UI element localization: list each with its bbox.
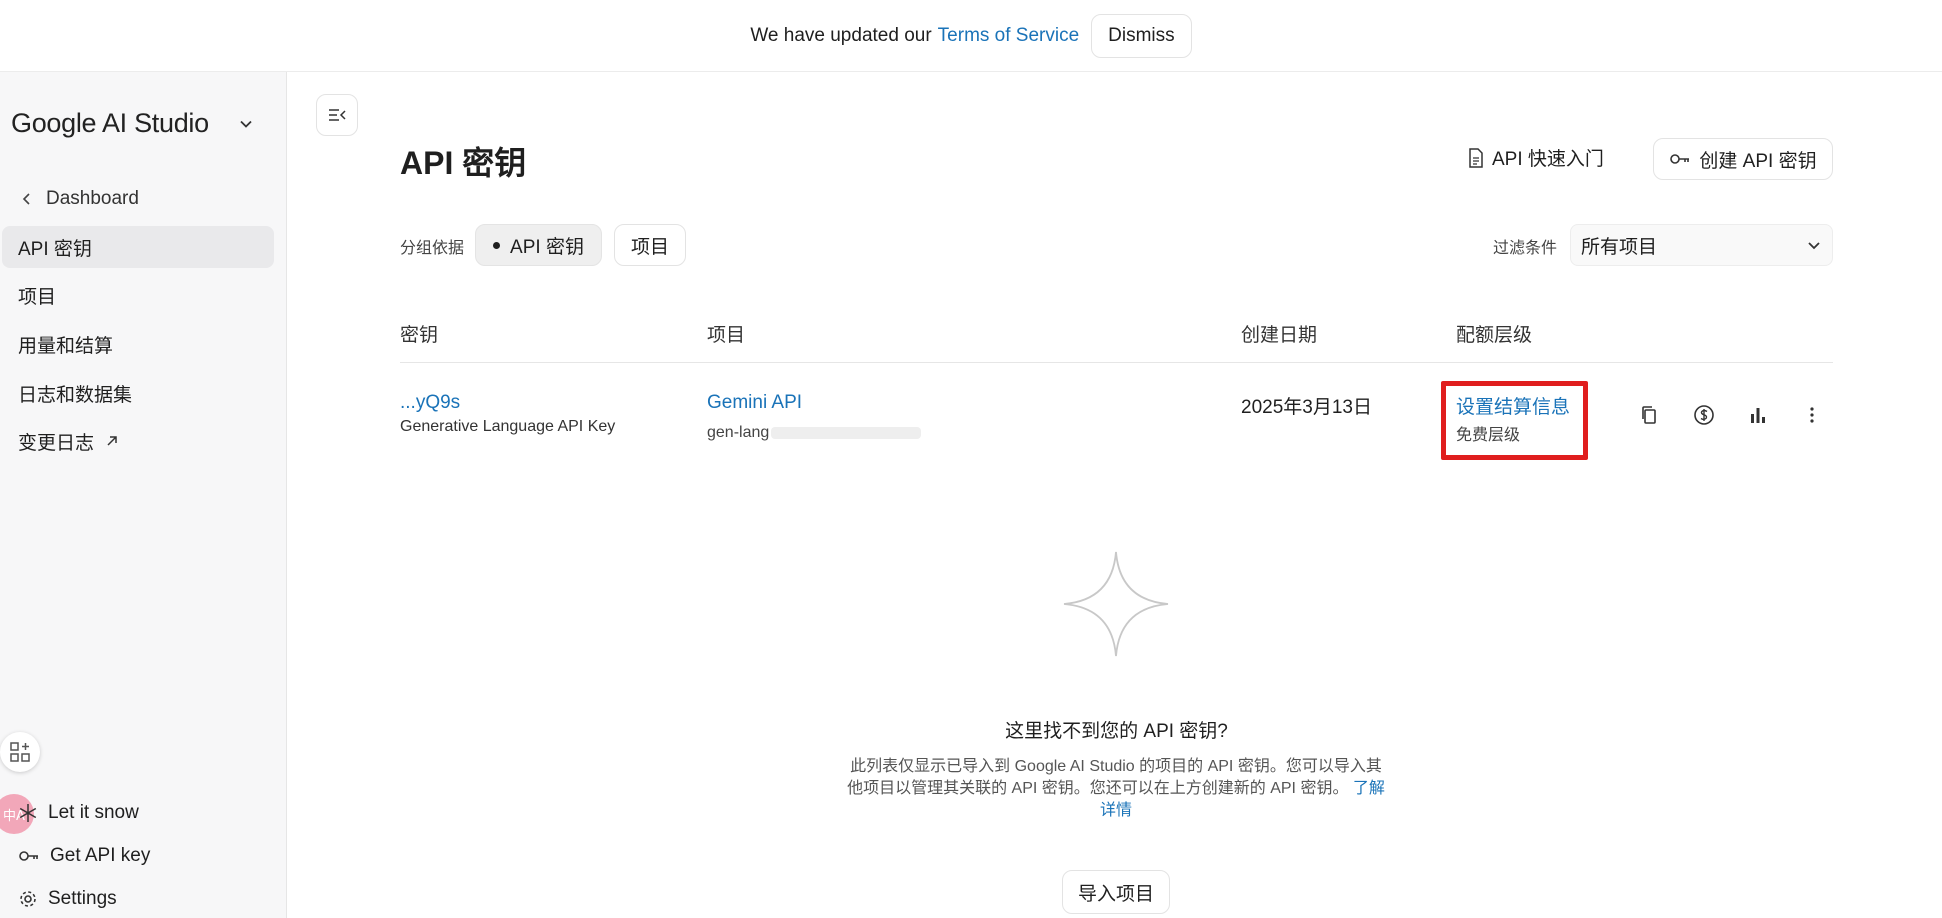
sidebar-item-projects[interactable]: 项目	[2, 274, 274, 316]
sidebar-item-api-keys[interactable]: API 密钥	[2, 226, 274, 268]
sidebar-item-label: 用量和结算	[18, 335, 114, 357]
settings-button[interactable]: Settings	[18, 888, 117, 910]
setup-billing-link[interactable]: 设置结算信息	[1456, 392, 1570, 419]
api-key-type: Generative Language API Key	[400, 418, 616, 435]
column-header-key: 密钥	[400, 325, 439, 346]
chip-label: 项目	[630, 236, 669, 258]
more-options-button[interactable]	[1797, 400, 1827, 430]
get-api-key-button[interactable]: Get API key	[18, 845, 150, 867]
create-api-key-label: 创建 API 密钥	[1699, 150, 1817, 172]
document-icon	[1469, 147, 1483, 168]
brand-switcher[interactable]: Google AI Studio	[11, 108, 255, 139]
api-key-link[interactable]: ...yQ9s	[400, 392, 460, 414]
sidebar-item-changelog[interactable]: 变更日志	[2, 420, 274, 462]
snowflake-icon	[19, 804, 37, 822]
redacted-block	[771, 427, 922, 439]
column-header-created: 创建日期	[1241, 325, 1318, 346]
quota-tier: 免费层级	[1456, 427, 1521, 444]
create-api-key-button[interactable]: 创建 API 密钥	[1653, 138, 1833, 180]
sidebar-item-label: 日志和数据集	[18, 384, 133, 406]
copy-button[interactable]	[1634, 400, 1664, 430]
sidebar-item-usage-billing[interactable]: 用量和结算	[2, 323, 274, 365]
collapse-menu-icon	[329, 109, 346, 121]
group-by-project-chip[interactable]: 项目	[614, 224, 686, 266]
filter-select[interactable]: 所有项目	[1570, 224, 1833, 266]
sidebar-item-label: 变更日志	[18, 432, 95, 454]
group-by-label: 分组依据	[400, 240, 465, 257]
key-icon	[1670, 154, 1690, 164]
key-icon	[19, 851, 38, 861]
more-vertical-icon	[1810, 407, 1814, 423]
table-divider	[400, 362, 1833, 363]
sidebar-item-logs-datasets[interactable]: 日志和数据集	[2, 372, 274, 414]
brand-logo-text: Google AI Studio	[11, 108, 209, 138]
sidebar: Google AI Studio Dashboard API 密钥 项目 用量和…	[0, 72, 287, 918]
sparkle-icon	[1063, 551, 1169, 657]
filter-value: 所有项目	[1581, 236, 1658, 258]
group-by-api-key-chip[interactable]: API 密钥	[475, 224, 602, 266]
api-quickstart-link[interactable]: API 快速入门	[1468, 144, 1604, 171]
filter-label: 过滤条件	[1493, 240, 1558, 257]
dollar-circle-icon	[1694, 405, 1714, 425]
get-api-key-label: Get API key	[50, 845, 151, 866]
sidebar-item-label: 项目	[18, 286, 57, 308]
settings-label: Settings	[48, 888, 117, 909]
let-it-snow-label: Let it snow	[48, 802, 139, 823]
empty-state-text: 此列表仅显示已导入到 Google AI Studio 的项目的 API 密钥。…	[847, 758, 1382, 797]
billing-button[interactable]	[1689, 400, 1719, 430]
created-date: 2025年3月13日	[1241, 397, 1372, 418]
dismiss-button[interactable]: Dismiss	[1091, 13, 1192, 58]
project-id-text: gen-lang	[707, 424, 770, 441]
apps-grid-icon	[10, 742, 30, 762]
chevron-left-icon	[22, 193, 30, 205]
back-to-dashboard[interactable]: Dashboard	[20, 188, 139, 210]
let-it-snow-button[interactable]: Let it snow	[18, 802, 139, 824]
column-header-quota: 配额层级	[1456, 325, 1533, 346]
empty-state-description: 此列表仅显示已导入到 Google AI Studio 的项目的 API 密钥。…	[846, 756, 1386, 822]
page-title: API 密钥	[400, 145, 527, 181]
chevron-down-icon	[1808, 242, 1820, 250]
empty-state-title: 这里找不到您的 API 密钥?	[1005, 721, 1228, 742]
api-quickstart-label: API 快速入门	[1492, 149, 1604, 170]
chevron-down-icon	[240, 120, 252, 128]
back-label: Dashboard	[46, 188, 139, 209]
copy-icon	[1642, 406, 1656, 424]
sidebar-item-label: API 密钥	[18, 238, 92, 260]
bar-chart-icon	[1751, 408, 1765, 423]
usage-chart-button[interactable]	[1743, 400, 1773, 430]
chip-label: API 密钥	[510, 236, 584, 258]
column-header-project: 项目	[707, 325, 746, 346]
import-project-button[interactable]: 导入项目	[1062, 870, 1170, 914]
project-id: gen-lang	[707, 424, 922, 442]
gear-icon	[20, 891, 36, 907]
tos-banner: We have updated our Terms of Service Dis…	[0, 0, 1942, 72]
terms-of-service-link[interactable]: Terms of Service	[938, 25, 1079, 47]
project-link[interactable]: Gemini API	[707, 392, 802, 414]
banner-text: We have updated our	[750, 24, 932, 46]
collapse-sidebar-button[interactable]	[316, 94, 358, 136]
selected-dot-icon	[493, 241, 501, 249]
external-link-icon	[107, 436, 117, 446]
apps-grid-button[interactable]	[0, 732, 40, 772]
